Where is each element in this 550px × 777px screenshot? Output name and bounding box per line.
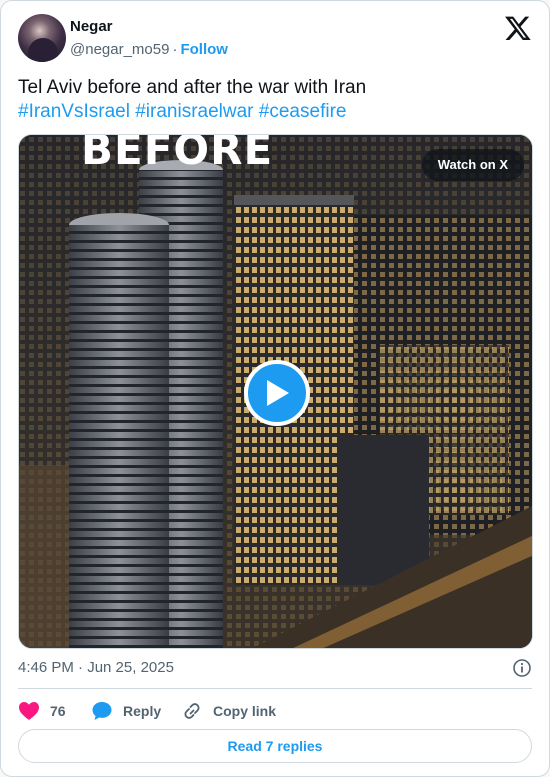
- like-count: 76: [50, 703, 66, 719]
- before-overlay-text: BEFORE: [81, 134, 274, 174]
- heart-icon: [19, 702, 39, 720]
- copy-link-label: Copy link: [213, 703, 277, 719]
- hashtag-link[interactable]: #iranisraelwar: [135, 101, 253, 122]
- tweet-timestamp[interactable]: 4:46 PM · Jun 25, 2025: [18, 659, 174, 676]
- like-button[interactable]: 76: [18, 698, 66, 724]
- reply-bubble-icon: [92, 702, 112, 720]
- action-bar: 76 Reply Copy link: [18, 698, 418, 724]
- handle-line: @negar_mo59 · Follow: [70, 41, 228, 58]
- play-button[interactable]: [244, 360, 310, 426]
- author-name[interactable]: Negar: [70, 18, 113, 35]
- x-logo-icon[interactable]: [504, 14, 532, 42]
- hashtag-link[interactable]: #ceasefire: [259, 101, 347, 122]
- avatar[interactable]: [18, 14, 66, 62]
- tweet-card: Negar @negar_mo59 · Follow Tel Aviv before…: [0, 0, 550, 777]
- tweet-header: Negar @negar_mo59 · Follow: [18, 14, 532, 62]
- watch-on-x-button[interactable]: Watch on X: [421, 149, 524, 181]
- play-icon: [267, 380, 289, 406]
- tweet-text: Tel Aviv before and after the war with I…: [18, 76, 528, 124]
- read-replies-button[interactable]: Read 7 replies: [18, 729, 532, 763]
- separator-dot: ·: [172, 41, 178, 58]
- author-handle[interactable]: @negar_mo59: [70, 41, 169, 58]
- hashtag-line: #IranVsIsrael #iranisraelwar #ceasefire: [18, 100, 528, 124]
- link-icon: [184, 703, 200, 719]
- video-player[interactable]: BEFORE Watch on X: [18, 134, 533, 649]
- reply-label: Reply: [123, 703, 162, 719]
- tweet-body: Tel Aviv before and after the war with I…: [18, 77, 367, 98]
- divider: [18, 688, 532, 689]
- follow-button[interactable]: Follow: [180, 41, 228, 58]
- info-icon[interactable]: [512, 658, 532, 678]
- copy-link-button[interactable]: Copy link: [181, 698, 276, 724]
- hashtag-link[interactable]: #IranVsIsrael: [18, 101, 130, 122]
- reply-button[interactable]: Reply: [91, 698, 161, 724]
